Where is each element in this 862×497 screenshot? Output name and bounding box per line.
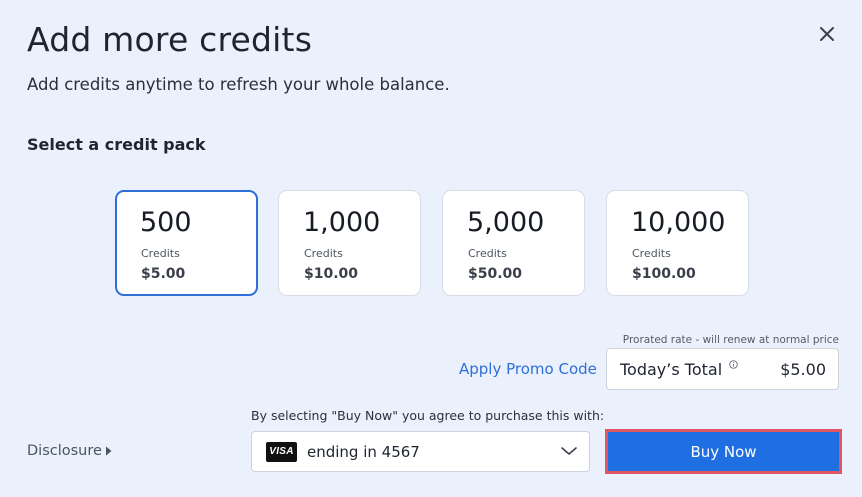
pack-unit: Credits bbox=[468, 247, 507, 260]
pack-unit: Credits bbox=[141, 247, 180, 260]
pack-amount: 5,000 bbox=[467, 207, 545, 238]
total-amount: $5.00 bbox=[780, 360, 826, 379]
credit-pack-500[interactable]: 500 Credits $5.00 bbox=[115, 190, 258, 296]
info-icon[interactable] bbox=[729, 360, 738, 369]
purchase-agreement-text: By selecting "Buy Now" you agree to purc… bbox=[251, 408, 605, 423]
caret-right-icon bbox=[106, 446, 112, 456]
buy-now-button[interactable]: Buy Now bbox=[608, 432, 839, 471]
credit-pack-10000[interactable]: 10,000 Credits $100.00 bbox=[606, 190, 749, 296]
section-label: Select a credit pack bbox=[27, 135, 206, 154]
apply-promo-code-link[interactable]: Apply Promo Code bbox=[459, 360, 597, 378]
credit-pack-1000[interactable]: 1,000 Credits $10.00 bbox=[278, 190, 421, 296]
pack-price: $5.00 bbox=[141, 266, 186, 282]
pack-price: $100.00 bbox=[632, 266, 696, 282]
pack-amount: 10,000 bbox=[631, 207, 726, 238]
prorated-note: Prorated rate - will renew at normal pri… bbox=[622, 334, 839, 346]
pack-unit: Credits bbox=[304, 247, 343, 260]
pack-price: $50.00 bbox=[468, 266, 523, 282]
card-description: ending in 4567 bbox=[307, 443, 420, 461]
total-label: Today’s Total bbox=[620, 360, 723, 379]
disclosure-toggle[interactable]: Disclosure bbox=[27, 443, 102, 459]
pack-price: $10.00 bbox=[304, 266, 359, 282]
todays-total-box: Today’s Total $5.00 bbox=[606, 348, 839, 390]
visa-icon: VISA bbox=[266, 442, 297, 462]
payment-method-select[interactable]: VISA ending in 4567 bbox=[251, 431, 590, 472]
dialog-title: Add more credits bbox=[27, 20, 313, 59]
pack-amount: 1,000 bbox=[303, 207, 381, 238]
dialog-subtitle: Add credits anytime to refresh your whol… bbox=[27, 75, 450, 94]
pack-amount: 500 bbox=[140, 207, 192, 238]
close-icon[interactable] bbox=[816, 23, 838, 45]
chevron-down-icon bbox=[561, 447, 577, 455]
credit-pack-5000[interactable]: 5,000 Credits $50.00 bbox=[442, 190, 585, 296]
pack-unit: Credits bbox=[632, 247, 671, 260]
